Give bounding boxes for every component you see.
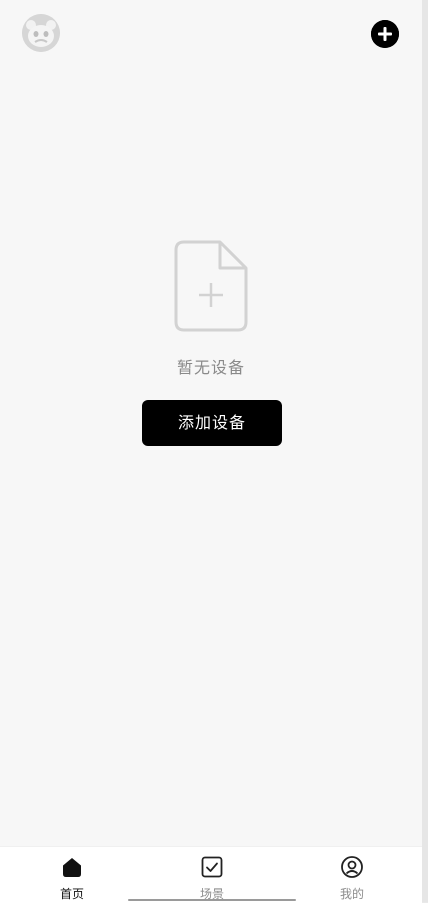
tab-profile-label: 我的	[339, 887, 364, 901]
add-button[interactable]	[371, 20, 399, 48]
home-indicator	[128, 899, 296, 901]
tab-profile[interactable]: 我的	[302, 847, 402, 903]
app-screen: 暂无设备 添加设备 首页 场景 我的	[0, 0, 422, 903]
panda-avatar-icon	[22, 14, 60, 52]
avatar[interactable]	[22, 14, 60, 52]
tab-scenes[interactable]: 场景	[162, 847, 262, 903]
file-add-icon	[174, 240, 248, 332]
tab-home[interactable]: 首页	[22, 847, 122, 903]
user-circle-icon	[341, 856, 363, 878]
empty-state-message: 暂无设备	[176, 358, 245, 377]
bottom-tab-bar: 首页 场景 我的	[0, 846, 422, 903]
tab-home-label: 首页	[59, 887, 84, 901]
plus-circle-icon	[371, 20, 399, 48]
checkbox-icon	[201, 856, 223, 878]
add-device-button[interactable]: 添加设备	[142, 400, 282, 446]
scrollbar-track	[422, 0, 428, 902]
home-icon	[63, 858, 81, 877]
